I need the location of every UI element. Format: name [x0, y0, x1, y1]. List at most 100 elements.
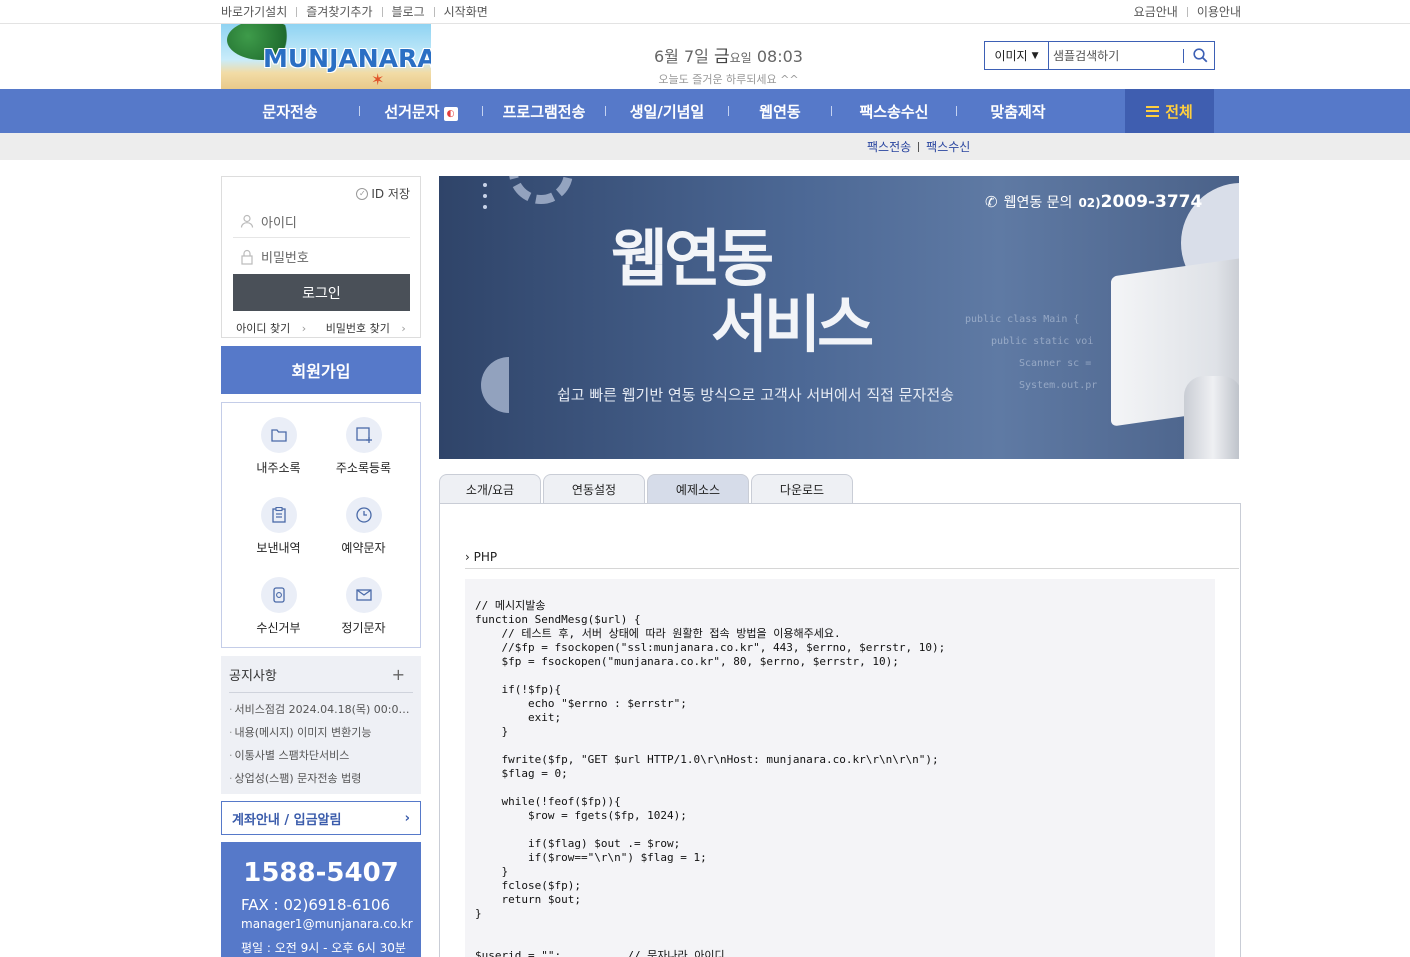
nav-sms-send[interactable]: 문자전송	[221, 101, 359, 122]
customer-service-box: 1588-5407 FAX : 02)6918-6106 manager1@mu…	[221, 842, 421, 957]
search-category-select[interactable]: 이미지 ▼	[985, 42, 1049, 69]
user-icon	[233, 214, 261, 228]
election-badge-icon: ◐	[443, 106, 458, 121]
notice-box: 공지사항 + 서비스점검 2024.04.18(목) 00:00 ~ 0… 내용…	[221, 656, 421, 794]
quick-reserved-sms[interactable]: 예약문자	[321, 497, 406, 577]
monitor-stand-illustration	[1184, 376, 1239, 459]
quick-label: 주소록등록	[335, 461, 392, 475]
tab-download[interactable]: 다운로드	[751, 474, 853, 503]
clipboard-icon	[260, 497, 297, 533]
search-button[interactable]	[1188, 44, 1212, 68]
nav-label: 팩스송수신	[859, 102, 929, 121]
id-save-toggle[interactable]: ✓ ID 저장	[356, 185, 410, 202]
decorative-dots	[483, 183, 487, 209]
content-tabs: 소개/요금 연동설정 예제소스 다운로드	[439, 474, 1241, 503]
notice-item[interactable]: 이통사별 스팸차단서비스	[229, 747, 413, 770]
nav-label: 프로그램전송	[502, 102, 586, 121]
nav-fax[interactable]: 팩스송수신	[832, 101, 956, 122]
login-button[interactable]: 로그인	[233, 274, 410, 311]
code-block: // 메시지발송 function SendMesg($url) { // 테스…	[465, 579, 1215, 957]
nav-all-menu-button[interactable]: 전체	[1125, 89, 1214, 133]
folder-icon	[260, 417, 297, 453]
sub-nav-fax-send[interactable]: 팩스전송	[867, 138, 911, 155]
password-input-placeholder: 비밀번호	[261, 251, 309, 266]
nav-election-sms[interactable]: 선거문자 ◐	[360, 101, 482, 122]
main-navigation: 문자전송 선거문자 ◐ 프로그램전송 생일/기념일 웹연동 팩스송수신 맞춤제작 …	[0, 89, 1410, 133]
guide-link[interactable]: 이용안내	[1197, 3, 1241, 20]
phone-icon: ✆	[985, 193, 998, 211]
site-logo[interactable]: MUNJANARA ✶	[221, 24, 431, 89]
join-button[interactable]: 회원가입	[221, 346, 421, 394]
notice-header: 공지사항 +	[229, 656, 413, 693]
shortcut-install-link[interactable]: 바로가기설치	[221, 3, 287, 20]
logo-text: MUNJANARA	[263, 44, 431, 73]
cs-fax: FAX : 02)6918-6106	[241, 896, 391, 914]
sub-nav-fax-receive[interactable]: 팩스수신	[926, 138, 970, 155]
add-favorite-link[interactable]: 즐겨찾기추가	[306, 3, 372, 20]
code-language-heading: PHP	[465, 550, 1239, 569]
find-password-link[interactable]: 비밀번호 찾기 ›	[322, 322, 410, 335]
quick-sent-history[interactable]: 보낸내역	[236, 497, 321, 577]
chevron-down-icon: ▼	[1031, 50, 1039, 61]
id-input-placeholder: 아이디	[261, 215, 297, 231]
account-info-link[interactable]: 계좌안내 / 입금알림 ›	[221, 801, 421, 835]
date-weekday-suffix: 요일	[729, 51, 752, 65]
phone-block-icon	[260, 577, 297, 613]
quick-menu: 내주소록 주소록등록 보낸내역 예약문자 수신거부 정기문자	[221, 402, 421, 648]
pricing-link[interactable]: 요금안내	[1134, 3, 1178, 20]
find-id-link[interactable]: 아이디 찾기 ›	[232, 322, 310, 335]
banner-code-line: System.out.pr	[1019, 380, 1098, 391]
tab-example-source[interactable]: 예제소스	[647, 474, 749, 503]
top-right-links: 요금안내 이용안내	[1134, 3, 1241, 20]
tab-intro-pricing[interactable]: 소개/요금	[439, 474, 541, 503]
top-utility-bar: 바로가기설치 즐겨찾기추가 블로그 시작화면 요금안내 이용안내	[0, 0, 1410, 24]
decorative-ring	[509, 176, 573, 204]
hamburger-icon	[1146, 105, 1160, 117]
plus-icon[interactable]: +	[392, 665, 405, 684]
start-page-link[interactable]: 시작화면	[444, 3, 488, 20]
mail-icon	[345, 577, 382, 613]
banner-contact-number: 02)2009-3774	[1078, 192, 1202, 212]
tab-panel: PHP // 메시지발송 function SendMesg($url) { /…	[439, 503, 1241, 957]
top-left-links: 바로가기설치 즐겨찾기추가 블로그 시작화면	[221, 3, 488, 20]
quick-address-register[interactable]: 주소록등록	[321, 417, 406, 497]
quick-my-addressbook[interactable]: 내주소록	[236, 417, 321, 497]
clock-icon	[345, 497, 382, 533]
notice-item[interactable]: 내용(메시지) 이미지 변환기능	[229, 724, 413, 747]
nav-program-send[interactable]: 프로그램전송	[483, 101, 605, 122]
banner-title-line2: 서비스	[711, 288, 874, 361]
banner-code-line: public static voi	[991, 336, 1094, 347]
check-circle-icon: ✓	[356, 187, 369, 200]
nav-web-integration[interactable]: 웹연동	[729, 101, 831, 122]
banner-code-text: public class Main { public static voi Sc…	[965, 309, 1097, 397]
date-line: 6월 7일 금요일 08:03	[654, 42, 803, 67]
nav-custom[interactable]: 맞춤제작	[957, 101, 1079, 122]
divider	[433, 6, 435, 17]
notice-item[interactable]: 서비스점검 2024.04.18(목) 00:00 ~ 0…	[229, 701, 414, 724]
main-content: ✆ 웹연동 문의 02)2009-3774 웹연동 서비스 쉽고 빠른 웹기반 …	[439, 176, 1241, 957]
quick-label: 정기문자	[341, 621, 386, 635]
banner-title-line1: 웹연동	[611, 222, 774, 295]
left-sidebar: ✓ ID 저장 아이디 비밀번호 로그인 아이디 찾기 › 비밀번호 찾기 ›	[221, 176, 421, 957]
greeting-text: 오늘도 즐거운 하루되세요 ^^	[658, 73, 799, 86]
blog-link[interactable]: 블로그	[392, 3, 425, 20]
divider	[381, 6, 383, 17]
password-field[interactable]: 비밀번호	[233, 240, 410, 273]
notice-item[interactable]: 상업성(스팸) 문자전송 법령	[229, 770, 413, 793]
id-field[interactable]: 아이디	[233, 205, 410, 238]
nav-birthday[interactable]: 생일/기념일	[606, 101, 728, 122]
cs-phone: 1588-5407	[243, 858, 399, 888]
quick-reject-list[interactable]: 수신거부	[236, 577, 321, 657]
tab-integration-settings[interactable]: 연동설정	[543, 474, 645, 503]
search-input[interactable]	[1049, 43, 1181, 68]
date-month: 6월	[654, 47, 679, 66]
sub-nav-links: 팩스전송 팩스수신	[867, 138, 970, 155]
find-id-label: 아이디 찾기	[236, 322, 291, 335]
quick-regular-sms[interactable]: 정기문자	[321, 577, 406, 657]
quick-label: 내주소록	[256, 461, 301, 475]
find-password-label: 비밀번호 찾기	[325, 322, 390, 335]
date-time: 08:03	[756, 47, 803, 66]
web-integration-banner: ✆ 웹연동 문의 02)2009-3774 웹연동 서비스 쉽고 빠른 웹기반 …	[439, 176, 1239, 459]
banner-code-line: public class Main {	[965, 314, 1080, 325]
banner-contact-label: 웹연동 문의	[1003, 195, 1073, 211]
